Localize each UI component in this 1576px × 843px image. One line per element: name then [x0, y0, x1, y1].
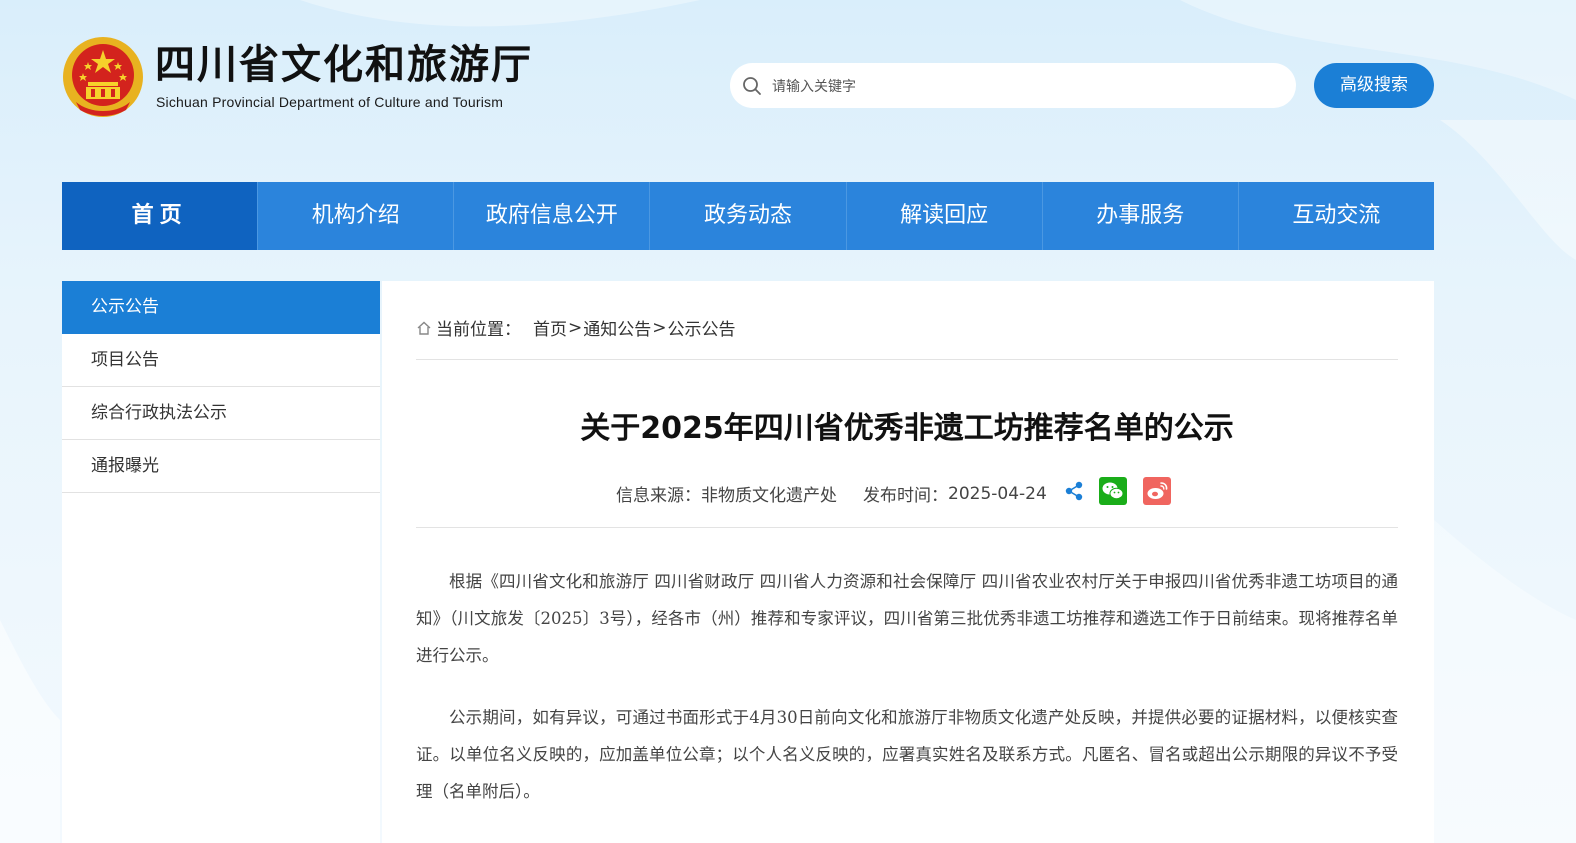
divider [416, 527, 1398, 528]
nav-item-gov-info[interactable]: 政府信息公开 [454, 182, 651, 250]
sidebar-item-exposure[interactable]: 通报曝光 [62, 440, 380, 493]
site-title-english: Sichuan Provincial Department of Culture… [156, 94, 504, 110]
site-title: 四川省文化和旅游厅 [155, 42, 533, 88]
nav-item-news[interactable]: 政务动态 [650, 182, 847, 250]
article-paragraph: 公示期间，如有异议，可通过书面形式于4月30日前向文化和旅游厅非物质文化遗产处反… [416, 708, 1398, 801]
national-emblem-icon [62, 36, 144, 118]
search-box [730, 63, 1296, 110]
source-value: 非物质文化遗产处 [701, 486, 837, 506]
share-icon[interactable] [1063, 480, 1085, 507]
article-title: 关于2025年四川省优秀非遗工坊推荐名单的公示 [580, 411, 1234, 446]
breadcrumb: 当前位置： 首页 > 通知公告 > 公示公告 [416, 315, 736, 340]
nav-item-interpretation[interactable]: 解读回应 [847, 182, 1043, 250]
sidebar-item-law-enforcement[interactable]: 综合行政执法公示 [62, 387, 380, 440]
breadcrumb-link-home[interactable]: 首页 [533, 315, 567, 340]
sidebar-item-project-notice[interactable]: 项目公告 [62, 334, 380, 387]
main-nav: 首页 机构介绍 政府信息公开 政务动态 解读回应 办事服务 互动交流 [62, 182, 1434, 250]
divider [416, 359, 1398, 360]
search-icon[interactable] [742, 76, 762, 96]
article-paragraph: 根据《四川省文化和旅游厅 四川省财政厅 四川省人力资源和社会保障厅 四川省农业农… [416, 572, 1398, 665]
weibo-icon[interactable] [1142, 477, 1171, 510]
date-label: 发布时间： [863, 486, 948, 506]
nav-item-services[interactable]: 办事服务 [1043, 182, 1239, 250]
nav-item-home[interactable]: 首页 [62, 182, 259, 250]
search-input[interactable] [770, 63, 1274, 110]
breadcrumb-separator: > [652, 317, 667, 338]
advanced-search-button[interactable]: 高级搜索 [1314, 63, 1434, 108]
share-buttons [1063, 477, 1171, 510]
article-meta: 信息来源： 非物质文化遗产处 发布时间： 2025-04-24 [616, 477, 1171, 510]
breadcrumb-link-notices[interactable]: 通知公告 [583, 315, 651, 340]
sidebar: 公示公告 项目公告 综合行政执法公示 通报曝光 [62, 281, 380, 843]
nav-item-interaction[interactable]: 互动交流 [1239, 182, 1434, 250]
breadcrumb-separator: > [568, 317, 583, 338]
publish-date: 2025-04-24 [948, 483, 1047, 504]
main-content: 当前位置： 首页 > 通知公告 > 公示公告 关于2025年四川省优秀非遗工坊推… [382, 281, 1434, 843]
article-body: 根据《四川省文化和旅游厅 四川省财政厅 四川省人力资源和社会保障厅 四川省农业农… [416, 563, 1398, 835]
breadcrumb-prefix: 当前位置： [436, 320, 521, 340]
sidebar-item-public-notice[interactable]: 公示公告 [62, 281, 380, 334]
nav-item-about[interactable]: 机构介绍 [258, 182, 455, 250]
wechat-icon[interactable] [1098, 477, 1127, 510]
breadcrumb-link-public-notice[interactable]: 公示公告 [668, 315, 736, 340]
source-label: 信息来源： [616, 486, 701, 506]
home-icon [417, 321, 431, 335]
